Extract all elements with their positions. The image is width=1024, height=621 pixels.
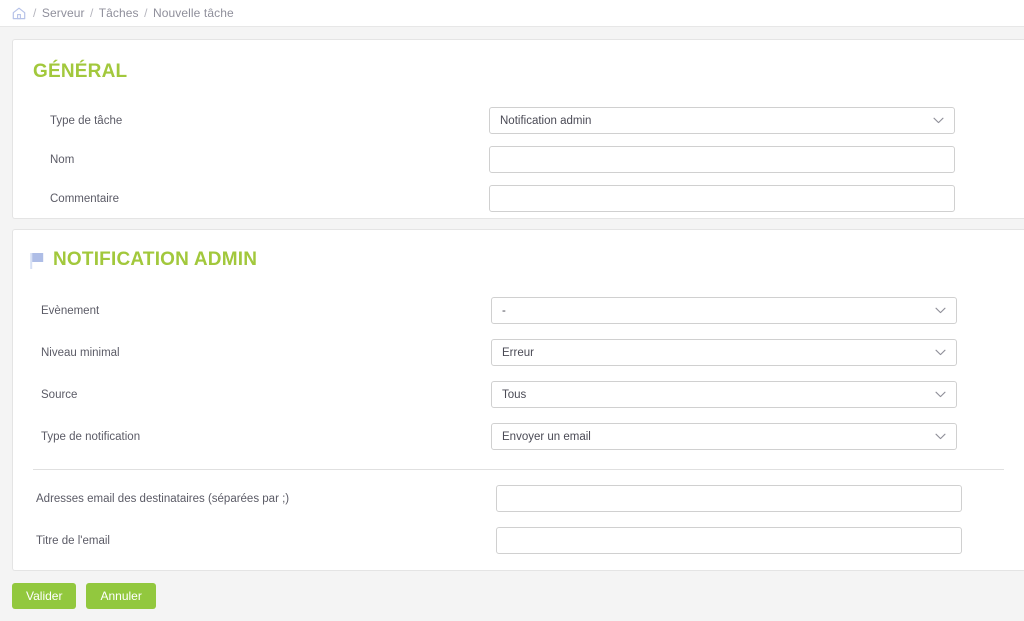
select-niveau-minimal-value: Erreur	[502, 346, 534, 359]
section-divider	[33, 469, 1004, 470]
chevron-down-icon	[935, 307, 946, 314]
form-row-type-de-notification: Type de notification Envoyer un email	[13, 423, 1024, 450]
form-row-evenement: Evènement -	[13, 297, 1024, 324]
form-row-source: Source Tous	[13, 381, 1024, 408]
chevron-down-icon	[933, 117, 944, 124]
label-adresses-email: Adresses email des destinataires (séparé…	[36, 492, 290, 505]
field-evenement: -	[491, 297, 957, 324]
label-titre-email: Titre de l'email	[36, 534, 110, 547]
form-row-niveau-minimal: Niveau minimal Erreur	[13, 339, 1024, 366]
flag-icon	[29, 251, 46, 270]
label-type-de-notification: Type de notification	[41, 430, 141, 443]
form-actions: Valider Annuler	[12, 571, 1024, 609]
select-source[interactable]: Tous	[491, 381, 957, 408]
field-nom	[489, 146, 955, 173]
submit-button[interactable]: Valider	[12, 583, 77, 609]
input-adresses-email[interactable]	[496, 485, 962, 512]
form-row-nom: Nom	[13, 146, 1024, 173]
breadcrumb-item-serveur[interactable]: Serveur	[42, 6, 85, 20]
breadcrumb-separator-0: /	[33, 6, 37, 20]
input-nom[interactable]	[489, 146, 955, 173]
input-titre-email[interactable]	[496, 527, 962, 554]
form-row-titre-email: Titre de l'email	[13, 527, 1024, 554]
input-commentaire[interactable]	[489, 185, 955, 212]
select-evenement[interactable]: -	[491, 297, 957, 324]
label-type-de-tache: Type de tâche	[50, 114, 123, 127]
breadcrumb: / Serveur / Tâches / Nouvelle tâche	[31, 6, 234, 20]
field-type-de-notification: Envoyer un email	[491, 423, 957, 450]
select-type-de-notification-value: Envoyer un email	[502, 430, 591, 443]
breadcrumb-bar: / Serveur / Tâches / Nouvelle tâche	[0, 0, 1024, 27]
form-row-adresses-email: Adresses email des destinataires (séparé…	[13, 485, 1024, 512]
section-general: GÉNÉRAL Type de tâche Notification admin…	[12, 39, 1024, 219]
select-niveau-minimal[interactable]: Erreur	[491, 339, 957, 366]
section-title-notification-admin: NOTIFICATION ADMIN	[53, 249, 258, 270]
section-header-notification-admin: NOTIFICATION ADMIN	[29, 249, 1024, 271]
select-type-de-notification[interactable]: Envoyer un email	[491, 423, 957, 450]
page-body: GÉNÉRAL Type de tâche Notification admin…	[0, 27, 1024, 621]
chevron-down-icon	[935, 349, 946, 356]
chevron-down-icon	[935, 391, 946, 398]
cancel-button[interactable]: Annuler	[86, 583, 156, 609]
field-type-de-tache: Notification admin	[489, 107, 955, 134]
breadcrumb-item-taches[interactable]: Tâches	[99, 6, 139, 20]
select-evenement-value: -	[502, 304, 506, 317]
field-niveau-minimal: Erreur	[491, 339, 957, 366]
breadcrumb-separator-1: /	[90, 6, 94, 20]
breadcrumb-item-nouvelle-tache[interactable]: Nouvelle tâche	[153, 6, 234, 20]
home-icon[interactable]	[12, 7, 26, 20]
select-type-de-tache-value: Notification admin	[500, 114, 592, 127]
form-row-type-de-tache: Type de tâche Notification admin	[13, 107, 1024, 134]
label-commentaire: Commentaire	[50, 192, 120, 205]
label-nom: Nom	[50, 153, 75, 166]
select-source-value: Tous	[502, 388, 527, 401]
label-evenement: Evènement	[41, 304, 100, 317]
field-commentaire	[489, 185, 955, 212]
field-source: Tous	[491, 381, 957, 408]
form-row-commentaire: Commentaire	[13, 185, 1024, 212]
section-notification-admin: NOTIFICATION ADMIN Evènement - Niveau mi…	[12, 229, 1024, 571]
section-title-general: GÉNÉRAL	[33, 61, 128, 82]
breadcrumb-separator-2: /	[144, 6, 148, 20]
label-niveau-minimal: Niveau minimal	[41, 346, 120, 359]
field-titre-email	[496, 527, 962, 554]
select-type-de-tache[interactable]: Notification admin	[489, 107, 955, 134]
label-source: Source	[41, 388, 78, 401]
field-adresses-email	[496, 485, 962, 512]
chevron-down-icon	[935, 433, 946, 440]
